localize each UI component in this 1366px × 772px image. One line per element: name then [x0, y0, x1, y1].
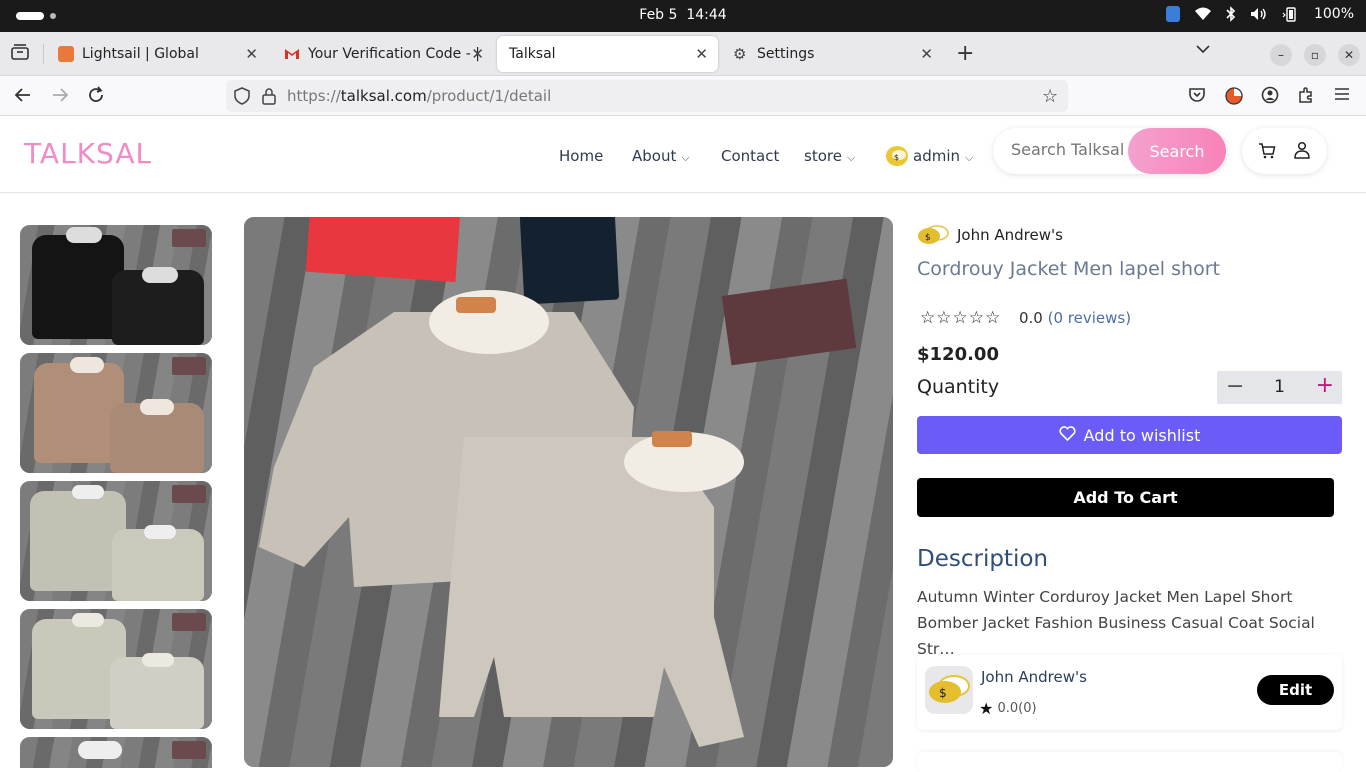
svg-text:$: $: [894, 153, 899, 162]
quantity-label: Quantity: [917, 376, 1000, 398]
edit-button[interactable]: Edit: [1257, 675, 1334, 705]
extension-colorful-icon[interactable]: [1224, 86, 1244, 111]
nav-admin[interactable]: admin ⌵: [913, 147, 973, 165]
seller-card-rating: ★ 0.0(0): [979, 699, 1037, 718]
forward-arrow-icon[interactable]: [51, 86, 69, 109]
search-button[interactable]: Search: [1128, 128, 1226, 174]
product-thumbnail[interactable]: [20, 737, 212, 768]
bluetooth-icon: [1226, 6, 1236, 22]
system-tray[interactable]: 100%: [1165, 6, 1354, 22]
hamburger-menu-icon[interactable]: [1334, 86, 1350, 106]
seller-name[interactable]: John Andrew's: [957, 226, 1063, 244]
rating-stars: ☆☆☆☆☆: [920, 308, 1002, 328]
pocket-icon[interactable]: [1188, 86, 1206, 109]
gmail-favicon-icon: [284, 46, 300, 62]
close-icon[interactable]: ✕: [245, 45, 258, 63]
product-thumbnail[interactable]: [20, 353, 212, 473]
admin-avatar[interactable]: $: [886, 146, 908, 166]
nav-contact[interactable]: Contact: [721, 147, 779, 165]
minimize-icon[interactable]: –: [1270, 44, 1292, 66]
address-bar[interactable]: https://talksal.com/product/1/detail ☆: [226, 80, 1068, 112]
svg-text:$: $: [925, 233, 931, 243]
seller-row: $ John Andrew's: [917, 224, 1063, 246]
shield-icon[interactable]: [234, 87, 250, 109]
site-header: TALKSAL Home About ⌵ Contact store ⌵ $ adm…: [0, 117, 1366, 193]
close-icon[interactable]: ✕: [695, 45, 708, 63]
wifi-icon: [1194, 7, 1212, 21]
search-input[interactable]: [1011, 140, 1129, 159]
product-main-image[interactable]: [244, 217, 893, 767]
tab-list-chevron-down-icon[interactable]: [1196, 42, 1210, 58]
header-icons: [1242, 128, 1327, 174]
reload-icon[interactable]: [87, 86, 105, 109]
chevron-down-icon: ⌵: [846, 151, 856, 164]
new-tab-icon[interactable]: +: [956, 41, 974, 66]
gear-icon: ⚙: [733, 45, 747, 63]
product-title: Cordrouy Jacket Men lapel short: [917, 258, 1220, 280]
bookmark-star-icon[interactable]: ☆: [1042, 86, 1058, 107]
increase-quantity-button[interactable]: +: [1316, 373, 1334, 398]
url-text[interactable]: https://talksal.com/product/1/detail: [287, 87, 551, 105]
tab-overview-icon[interactable]: [10, 43, 30, 66]
site-search: Search: [993, 128, 1227, 174]
svg-text:$: $: [939, 686, 947, 700]
seller-avatar[interactable]: $: [925, 666, 973, 714]
close-icon[interactable]: ✕: [471, 45, 484, 63]
user-icon[interactable]: [1293, 141, 1311, 163]
rating-summary: 0.0 (0 reviews): [1019, 309, 1132, 327]
quantity-stepper: − 1 +: [1217, 371, 1342, 404]
tab-settings[interactable]: ⚙ Settings ✕: [721, 36, 943, 72]
star-icon: ★: [979, 699, 994, 718]
clock[interactable]: Feb 5 14:44: [0, 7, 1366, 23]
description-text: Autumn Winter Corduroy Jacket Men Lapel …: [917, 588, 1315, 658]
os-top-bar: Feb 5 14:44 100%: [0, 0, 1366, 32]
bluetooth-app-icon: [1165, 6, 1180, 22]
seller-logo-icon[interactable]: $: [917, 224, 949, 246]
nav-store[interactable]: store ⌵: [804, 147, 855, 165]
navigation-bar: https://talksal.com/product/1/detail ☆: [0, 76, 1366, 116]
next-card: [917, 752, 1342, 772]
seller-card: $ John Andrew's ★ 0.0(0) Edit: [917, 655, 1342, 730]
product-thumbnail[interactable]: [20, 225, 212, 345]
restore-icon[interactable]: ▫: [1304, 44, 1326, 66]
add-to-cart-button[interactable]: Add To Cart: [917, 478, 1334, 517]
nav-home[interactable]: Home: [559, 147, 603, 165]
battery-percent: 100%: [1313, 6, 1354, 22]
product-thumbnail[interactable]: [20, 481, 212, 601]
close-icon[interactable]: ✕: [920, 45, 933, 63]
chevron-down-icon: ⌵: [681, 151, 690, 164]
nav-about[interactable]: About ⌵: [632, 147, 690, 165]
heart-icon: [1059, 425, 1076, 445]
battery-icon: [1282, 6, 1300, 22]
product-thumbnail[interactable]: [20, 609, 212, 729]
lightsail-favicon-icon: [58, 46, 74, 62]
product-price: $120.00: [917, 344, 999, 365]
cart-icon[interactable]: [1258, 142, 1276, 164]
window-close-icon[interactable]: ✕: [1338, 44, 1360, 66]
add-to-wishlist-button[interactable]: Add to wishlist: [917, 416, 1342, 454]
account-icon[interactable]: [1261, 86, 1279, 109]
back-arrow-icon[interactable]: [14, 86, 32, 109]
extensions-puzzle-icon[interactable]: [1297, 86, 1315, 109]
site-logo[interactable]: TALKSAL: [24, 137, 152, 170]
tab-lightsail[interactable]: Lightsail | Global ✕: [46, 36, 268, 72]
description-heading: Description: [917, 546, 1048, 572]
lock-icon[interactable]: [262, 87, 276, 109]
seller-card-name[interactable]: John Andrew's: [981, 668, 1087, 686]
tab-strip: Lightsail | Global ✕ Your Verification C…: [0, 32, 1366, 76]
volume-icon: [1250, 7, 1268, 21]
chevron-down-icon: ⌵: [965, 151, 974, 164]
reviews-link[interactable]: (0 reviews): [1048, 309, 1131, 327]
tab-gmail[interactable]: Your Verification Code - | ✕: [272, 36, 494, 72]
tab-talksal[interactable]: Talksal ✕: [497, 36, 718, 72]
